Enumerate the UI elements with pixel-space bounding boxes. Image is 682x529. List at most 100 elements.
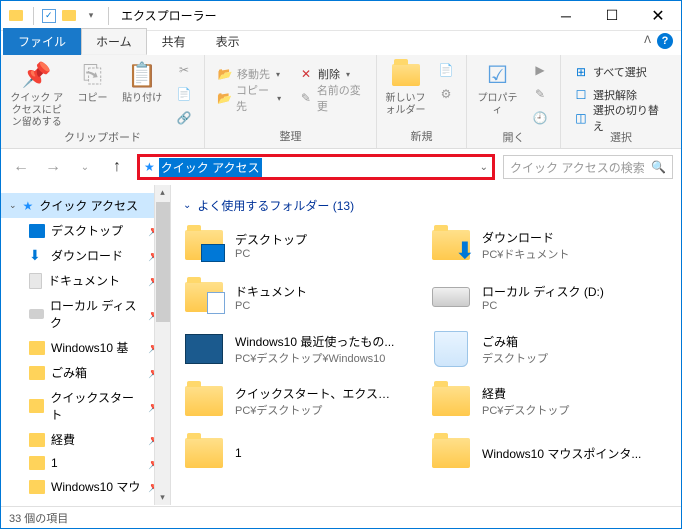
scroll-up-icon[interactable]: ▴: [160, 185, 165, 200]
new-item-button[interactable]: 📄: [434, 59, 458, 81]
qat-dropdown-icon[interactable]: ▾: [82, 7, 100, 25]
folder-item[interactable]: 1: [183, 432, 422, 474]
back-button[interactable]: ←: [9, 155, 33, 179]
minimize-button[interactable]: ─: [543, 1, 589, 31]
sidebar-item[interactable]: Windows10 基📌: [1, 335, 170, 360]
sidebar-item[interactable]: ごみ箱📌: [1, 360, 170, 385]
sidebar-item[interactable]: ローカル ディスク📌: [1, 293, 170, 335]
folder-item[interactable]: Windows10 最近使ったもの...PC¥デスクトップ¥Windows10: [183, 328, 422, 370]
desktop-icon: [29, 224, 45, 238]
scroll-down-icon[interactable]: ▾: [160, 490, 165, 505]
edit-button[interactable]: ✎: [528, 83, 552, 105]
shortcut-icon: 🔗: [176, 110, 192, 126]
item-name: Windows10 マウスポインタ...: [482, 445, 641, 462]
newitem-icon: 📄: [438, 62, 454, 78]
new-folder-button[interactable]: 新しいフォルダー: [385, 59, 426, 117]
item-sub: PC¥デスクトップ¥Windows10: [235, 350, 394, 366]
copy-button[interactable]: ⎘ コピー: [73, 59, 113, 105]
open-button[interactable]: ▶: [528, 59, 552, 81]
folder-item[interactable]: クイックスタート、エクスプロー...PC¥デスクトップ: [183, 380, 422, 422]
item-sub: PC¥ドキュメント: [482, 246, 569, 262]
folder-item[interactable]: Windows10 マウスポインタ...: [430, 432, 669, 474]
folder-icon[interactable]: [7, 7, 25, 25]
pin-to-quickaccess-button[interactable]: 📌 クイック アクセスにピン留めする: [9, 59, 65, 129]
sidebar-item[interactable]: 1📌: [1, 452, 170, 474]
tab-view[interactable]: 表示: [201, 28, 255, 55]
copy-path-button[interactable]: 📄: [172, 83, 196, 105]
sidebar-quickaccess-head[interactable]: ⌄ ★ クイック アクセス: [1, 193, 170, 218]
history-button[interactable]: 🕘: [528, 107, 552, 129]
item-name: 経費: [482, 385, 569, 402]
search-icon[interactable]: 🔍: [651, 160, 666, 174]
close-button[interactable]: ✕: [635, 1, 681, 31]
up-button[interactable]: ↑: [105, 155, 129, 179]
history-icon: 🕘: [532, 110, 548, 126]
open-icon: ▶: [532, 62, 548, 78]
new-folder-qat-icon[interactable]: [60, 7, 78, 25]
item-sub: PC: [235, 248, 307, 260]
ribbon: 📌 クイック アクセスにピン留めする ⎘ コピー 📋 貼り付け ✂ 📄 🔗 クリ…: [1, 55, 681, 149]
sidebar-item-label: Windows10 基: [51, 339, 128, 356]
item-name: クイックスタート、エクスプロー...: [235, 385, 395, 402]
drive-icon: [29, 309, 44, 319]
folder-item[interactable]: ドキュメントPC: [183, 276, 422, 318]
search-placeholder: クイック アクセスの検索: [510, 159, 645, 176]
address-dropdown-icon[interactable]: ⌄: [480, 162, 488, 173]
chevron-down-icon[interactable]: ⌄: [183, 200, 191, 211]
paste-shortcut-button[interactable]: 🔗: [172, 107, 196, 129]
tab-home[interactable]: ホーム: [81, 28, 147, 55]
download-icon: [29, 249, 45, 263]
forward-button[interactable]: →: [41, 155, 65, 179]
select-all-button[interactable]: ⊞すべて選択: [569, 61, 651, 83]
expand-icon[interactable]: ⌄: [9, 200, 17, 211]
sidebar-item-label: デスクトップ: [51, 222, 123, 239]
item-name: デスクトップ: [235, 231, 307, 248]
win10-icon: [183, 328, 225, 370]
section-frequent-folders[interactable]: ⌄ よく使用するフォルダー (13): [183, 193, 669, 224]
invert-icon: ◫: [573, 110, 589, 126]
moveto-icon: 📂: [217, 66, 233, 82]
item-name: ドキュメント: [235, 283, 307, 300]
folder-item[interactable]: デスクトップPC: [183, 224, 422, 266]
selectall-icon: ⊞: [573, 64, 589, 80]
sidebar-item[interactable]: ダウンロード📌: [1, 243, 170, 268]
sidebar-item-label: 経費: [51, 431, 75, 448]
cut-button[interactable]: ✂: [172, 59, 196, 81]
maximize-button[interactable]: ☐: [589, 1, 635, 31]
item-name: ローカル ディスク (D:): [482, 283, 604, 300]
folder-item[interactable]: ローカル ディスク (D:)PC: [430, 276, 669, 318]
invert-selection-button[interactable]: ◫選択の切り替え: [569, 107, 673, 129]
rename-button[interactable]: ✎名前の変更: [295, 87, 368, 109]
easy-access-button[interactable]: ⚙: [434, 83, 458, 105]
properties-button[interactable]: ☑ プロパティ: [475, 59, 520, 117]
sidebar-item[interactable]: Windows10 マウ📌: [1, 474, 170, 499]
properties-qat-icon[interactable]: ✓: [42, 9, 56, 23]
pin-icon: 📌: [21, 59, 53, 91]
recent-dropdown[interactable]: ⌄: [73, 155, 97, 179]
address-bar[interactable]: ★ クイック アクセス ⌄: [137, 154, 495, 180]
collapse-ribbon-icon[interactable]: ᐱ: [644, 35, 651, 46]
item-sub: PC: [235, 300, 307, 312]
sidebar-scrollbar[interactable]: ▴ ▾: [154, 185, 170, 505]
sidebar-item[interactable]: ドキュメント📌: [1, 268, 170, 293]
help-icon[interactable]: ?: [657, 33, 673, 49]
scroll-thumb[interactable]: [156, 202, 170, 322]
item-name: Windows10 最近使ったもの...: [235, 333, 394, 350]
search-box[interactable]: クイック アクセスの検索 🔍: [503, 155, 673, 179]
folder-item[interactable]: 経費PC¥デスクトップ: [430, 380, 669, 422]
copyto-button[interactable]: 📂コピー先▾: [213, 87, 285, 109]
sidebar-item-label: Windows10 拡張: [51, 503, 140, 505]
ribbon-tabs: ファイル ホーム 共有 表示 ᐱ ?: [1, 31, 681, 55]
folder-item[interactable]: ダウンロードPC¥ドキュメント: [430, 224, 669, 266]
tab-share[interactable]: 共有: [147, 28, 201, 55]
group-label-new: 新規: [385, 128, 458, 146]
group-label-clipboard: クリップボード: [9, 129, 196, 147]
paste-icon: 📋: [126, 59, 158, 91]
sidebar-item[interactable]: Windows10 拡張📌: [1, 499, 170, 505]
folder-item[interactable]: ごみ箱デスクトップ: [430, 328, 669, 370]
tab-file[interactable]: ファイル: [3, 28, 81, 55]
sidebar-item[interactable]: デスクトップ📌: [1, 218, 170, 243]
sidebar-item[interactable]: クイックスタート📌: [1, 385, 170, 427]
paste-button[interactable]: 📋 貼り付け: [120, 59, 164, 105]
sidebar-item[interactable]: 経費📌: [1, 427, 170, 452]
